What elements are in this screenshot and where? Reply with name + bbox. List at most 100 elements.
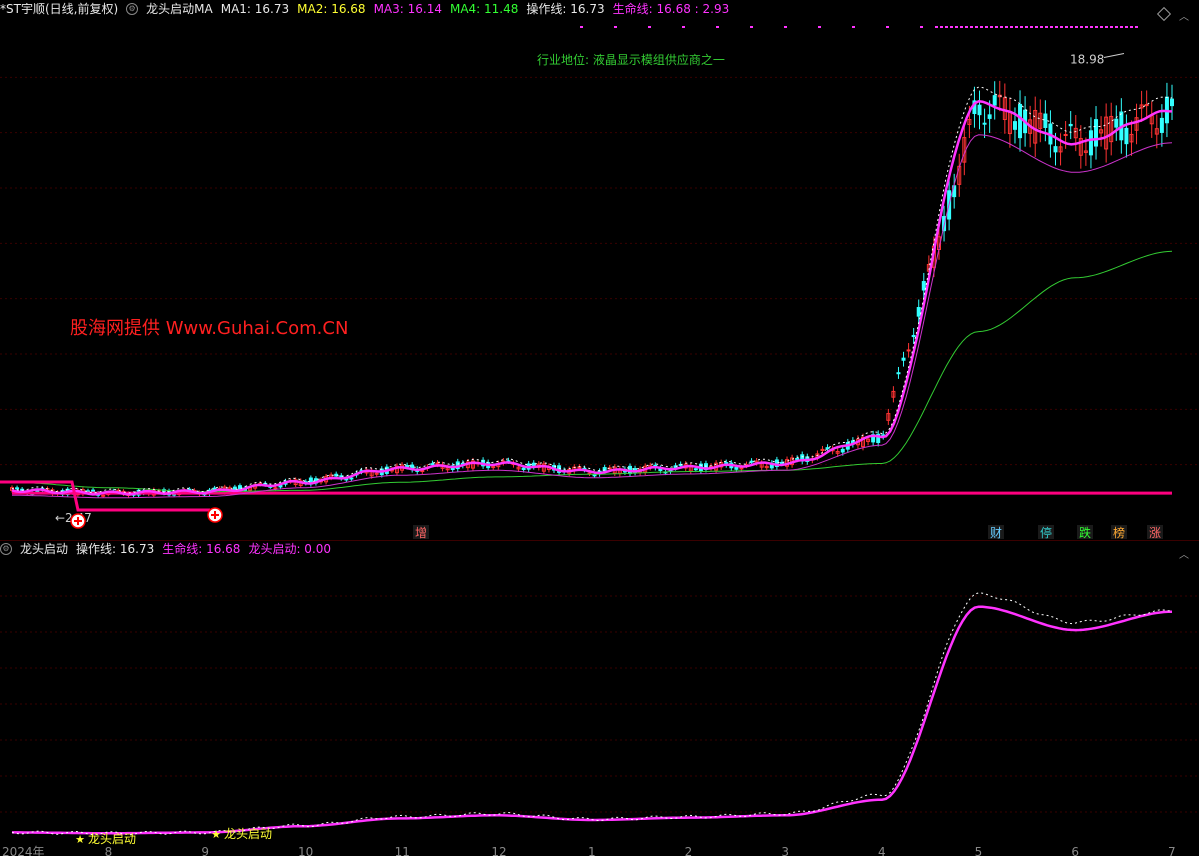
signal-star-icon: ★: [211, 828, 221, 841]
settings-icon[interactable]: ⚙: [126, 3, 139, 15]
candle-body: [430, 463, 435, 466]
ma4-value: MA4: 11.48: [449, 2, 519, 16]
x-axis-label: 7: [1168, 845, 1176, 856]
x-axis-label: 8: [105, 845, 113, 856]
candle-body: [521, 467, 526, 471]
candle-body: [749, 460, 754, 463]
industry-note: 行业地位: 液晶显示模组供应商之一: [537, 52, 725, 67]
top-dot-strip: [1015, 26, 1018, 28]
top-dot-strip: [1110, 26, 1113, 28]
candle-body: [1043, 113, 1048, 128]
top-dot-strip: [1115, 26, 1118, 28]
ma1-line: [11, 86, 1173, 494]
chevron-up-icon-sub[interactable]: ︿: [1179, 546, 1189, 561]
ma3-line: [12, 134, 1173, 499]
top-dot-strip: [940, 26, 943, 28]
chevron-up-icon[interactable]: ︿: [1179, 8, 1189, 23]
top-dot-strip: [648, 26, 651, 28]
candle-body: [734, 466, 739, 470]
top-dot-strip: [990, 26, 993, 28]
candle-body: [1094, 119, 1099, 147]
top-dot-strip: [1055, 26, 1058, 28]
event-tag-1: 财: [990, 526, 1002, 540]
candle-body: [273, 487, 278, 490]
top-dot-strip: [1060, 26, 1063, 28]
candle-body: [1159, 117, 1164, 133]
main-header: *ST宇顺(日线,前复权) ⚙ 龙头启动MA MA1: 16.73 MA2: 1…: [0, 0, 729, 18]
candle-body: [349, 477, 354, 480]
ma2-value: MA2: 16.68: [297, 2, 366, 16]
candle-body: [911, 334, 916, 338]
top-dot-strip: [1005, 26, 1008, 28]
candle-body: [1170, 98, 1174, 107]
candle-body: [906, 349, 911, 352]
candle-body: [374, 472, 379, 475]
event-tag-2: 停: [1040, 525, 1052, 540]
stock-name[interactable]: *ST宇顺(日线,前复权): [0, 0, 118, 18]
candle-body: [795, 457, 800, 460]
top-dot-strip: [1080, 26, 1083, 28]
candle-body: [491, 466, 496, 469]
candle-body: [896, 372, 901, 375]
sub-signal-value: 龙头启动: 0.00: [248, 542, 332, 556]
top-dot-strip: [852, 26, 855, 28]
ma2-line: [11, 100, 1173, 496]
candle-body: [1114, 118, 1119, 128]
candle-body: [987, 114, 992, 119]
top-dot-strip: [1025, 26, 1028, 28]
candle-body: [1063, 133, 1068, 136]
top-dot-strip: [975, 26, 978, 28]
x-axis-label: 10: [298, 845, 313, 856]
top-dot-strip: [970, 26, 973, 28]
x-axis-label: 6: [1071, 845, 1079, 856]
candle-body: [901, 357, 906, 361]
top-dot-strip: [980, 26, 983, 28]
sub-op-line-value: 操作线: 16.73: [76, 542, 155, 556]
sub-indicator-name[interactable]: 龙头启动: [20, 540, 68, 558]
signal-label-1: 龙头启动: [224, 827, 272, 841]
top-dot-strip: [580, 26, 583, 28]
x-axis-label: 12: [491, 845, 506, 856]
ma1-value: MA1: 16.73: [220, 2, 290, 16]
top-dot-strip: [716, 26, 719, 28]
top-dot-strip: [886, 26, 889, 28]
x-axis-label: 5: [975, 845, 983, 856]
x-axis-label: 2024年: [2, 845, 45, 856]
event-tag-4: 榜: [1113, 525, 1125, 540]
top-dot-strip: [1030, 26, 1033, 28]
top-dot-strip: [1075, 26, 1078, 28]
candle-body: [1088, 130, 1093, 156]
candle-body: [1012, 121, 1017, 130]
candle-body: [405, 465, 410, 468]
top-dot-strip: [614, 26, 617, 28]
top-dot-strip: [995, 26, 998, 28]
candle-body: [921, 281, 926, 291]
chart-stage: 18.98←2.47行业地位: 液晶显示模组供应商之一股海网提供 Www.Guh…: [0, 26, 1199, 856]
candle-body: [916, 307, 921, 317]
watermark-text: 股海网提供 Www.Guhai.Com.CN: [70, 318, 348, 339]
top-dot-strip: [1020, 26, 1023, 28]
top-dot-strip: [1125, 26, 1128, 28]
top-dot-strip: [1070, 26, 1073, 28]
indicator-name[interactable]: 龙头启动MA: [146, 0, 213, 18]
event-tag-3: 跌: [1079, 525, 1091, 540]
settings-icon-sub[interactable]: ⚙: [0, 543, 12, 555]
top-dot-strip: [1120, 26, 1123, 28]
candle-body: [693, 468, 698, 471]
peak-pointer: [1103, 52, 1125, 58]
candle-body: [840, 448, 845, 453]
top-dot-strip: [1000, 26, 1003, 28]
top-dot-strip: [1130, 26, 1133, 28]
x-axis-label: 2: [685, 845, 693, 856]
top-dot-strip: [1085, 26, 1088, 28]
candle-body: [420, 470, 425, 473]
top-dot-strip: [965, 26, 968, 28]
top-dot-strip: [955, 26, 958, 28]
ma4-line: [12, 250, 1173, 493]
candle-body: [15, 487, 20, 490]
candle-body: [1053, 146, 1058, 153]
event-tag-0: 增: [415, 526, 427, 540]
top-dot-strip: [1050, 26, 1053, 28]
top-dot-strip: [1040, 26, 1043, 28]
candle-body: [1068, 123, 1073, 127]
